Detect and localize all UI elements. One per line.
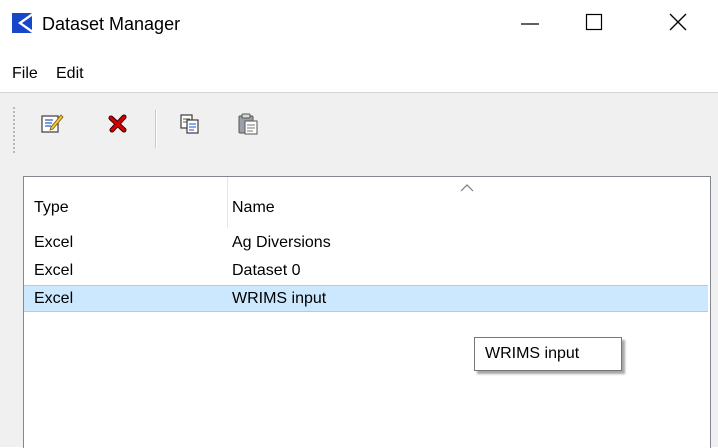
table-row[interactable]: Excel Dataset 0 xyxy=(24,258,708,284)
maximize-icon xyxy=(584,12,604,37)
column-header-type[interactable]: Type xyxy=(34,198,69,218)
toolbar xyxy=(0,92,718,168)
cell-type: Excel xyxy=(34,290,74,307)
toolbar-grip[interactable] xyxy=(12,106,16,154)
window-title: Dataset Manager xyxy=(42,14,181,34)
dataset-list[interactable]: Type Name Excel Ag Diversions Excel Data… xyxy=(23,176,711,448)
cell-type: Excel xyxy=(34,262,74,279)
edit-dataset-button[interactable] xyxy=(38,112,66,140)
toolbar-divider xyxy=(0,92,718,93)
title-bar[interactable]: Dataset Manager xyxy=(0,0,718,48)
close-icon xyxy=(668,12,688,37)
dataset-manager-window: Dataset Manager File Edit Type Name Exce… xyxy=(0,0,718,448)
minimize-button[interactable] xyxy=(502,0,558,48)
delete-dataset-button[interactable] xyxy=(104,112,132,140)
cell-name: WRIMS input xyxy=(232,290,327,307)
menu-bar: File Edit xyxy=(0,48,718,92)
list-header: Type Name xyxy=(24,177,710,228)
cell-name: Ag Diversions xyxy=(232,234,331,251)
menu-file[interactable]: File xyxy=(12,64,38,84)
paste-icon xyxy=(236,112,260,141)
table-row-selected[interactable]: Excel WRIMS input xyxy=(24,285,708,312)
tooltip-text: WRIMS input xyxy=(485,345,580,362)
cell-name: Dataset 0 xyxy=(232,262,301,279)
sort-ascending-icon xyxy=(460,179,474,192)
table-row[interactable]: Excel Ag Diversions xyxy=(24,230,708,256)
toolbar-separator xyxy=(155,110,157,148)
cell-type: Excel xyxy=(34,234,74,251)
tooltip: WRIMS input xyxy=(474,337,622,371)
maximize-button[interactable] xyxy=(566,0,622,48)
close-button[interactable] xyxy=(650,0,706,48)
copy-icon xyxy=(179,113,201,140)
menu-edit[interactable]: Edit xyxy=(56,64,84,84)
minimize-icon xyxy=(520,12,540,37)
column-divider[interactable] xyxy=(227,177,228,228)
copy-dataset-button[interactable] xyxy=(176,112,204,140)
column-header-name[interactable]: Name xyxy=(232,198,275,218)
paste-dataset-button[interactable] xyxy=(234,112,262,140)
edit-icon xyxy=(40,112,64,141)
delete-icon xyxy=(107,113,129,140)
app-logo-icon xyxy=(12,13,32,33)
